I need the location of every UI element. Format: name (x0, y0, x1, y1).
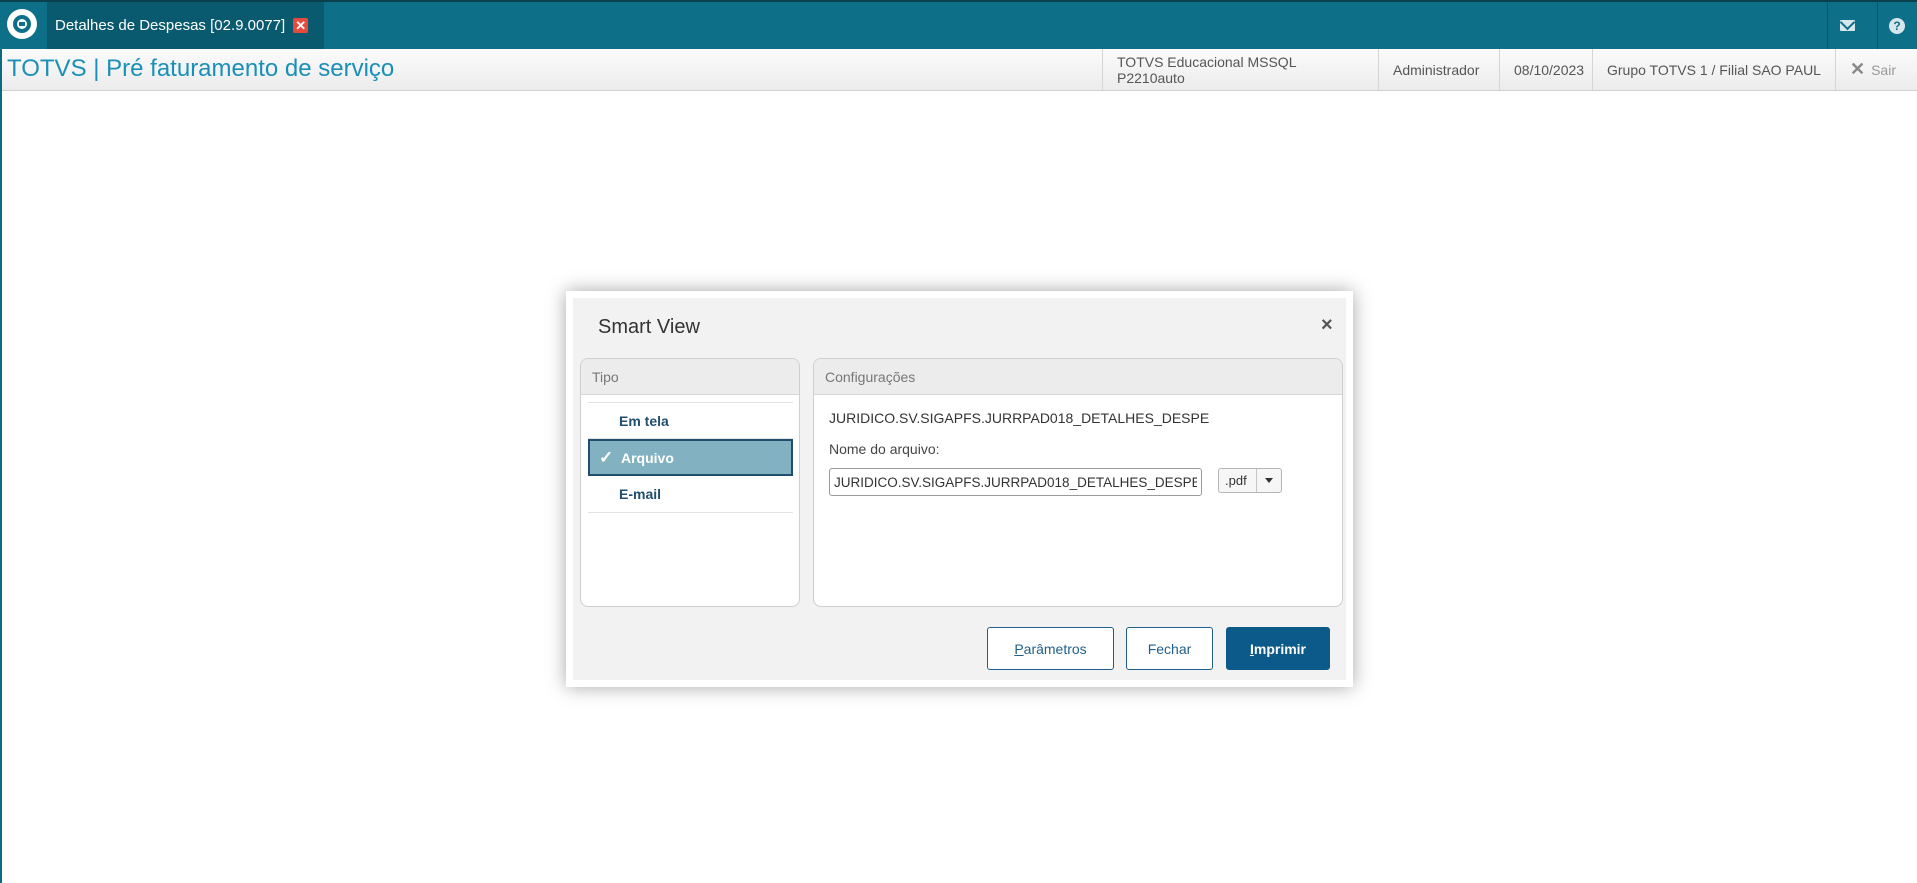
tipo-item-email[interactable]: E-mail (588, 476, 793, 513)
tipo-header: Tipo (581, 359, 799, 395)
tab-title: Detalhes de Despesas [02.9.0077] (55, 17, 286, 34)
file-name-label: Nome do arquivo: (829, 441, 940, 457)
report-name: JURIDICO.SV.SIGAPFS.JURRPAD018_DETALHES_… (829, 410, 1210, 426)
totvs-logo-icon[interactable] (7, 9, 37, 39)
smart-view-dialog: Smart View × Tipo Em tela ✓ Arquivo E-ma… (566, 291, 1353, 687)
date-info: 08/10/2023 (1499, 49, 1597, 90)
left-edge (0, 0, 2, 883)
print-label: Imprimir (1249, 640, 1306, 657)
close-icon: ✕ (1850, 59, 1866, 79)
check-icon: ✓ (599, 447, 614, 467)
tipo-item-label: Em tela (619, 412, 669, 429)
exit-button[interactable]: ✕ Sair (1835, 49, 1917, 90)
tipo-panel: Tipo Em tela ✓ Arquivo E-mail (580, 358, 800, 607)
extension-select[interactable]: .pdf (1218, 468, 1282, 493)
tab-close-icon[interactable]: ✕ (293, 18, 309, 33)
config-panel: Configurações JURIDICO.SV.SIGAPFS.JURRPA… (813, 358, 1343, 607)
top-bar: Detalhes de Despesas [02.9.0077] ✕ ? (0, 0, 1917, 49)
tipo-item-label: E-mail (619, 486, 662, 502)
page-title: TOTVS | Pré faturamento de serviço (7, 55, 395, 82)
dialog-title: Smart View (598, 316, 700, 338)
tipo-item-em-tela[interactable]: Em tela (588, 402, 793, 439)
help-icon: ? (1889, 17, 1905, 34)
file-name-input[interactable] (829, 468, 1202, 496)
environment-info: TOTVS Educacional MSSQL P2210auto (1102, 49, 1362, 90)
group-info: Grupo TOTVS 1 / Filial SAO PAUL (1592, 49, 1837, 90)
mail-button[interactable] (1827, 2, 1866, 49)
close-label: Fechar (1147, 640, 1192, 657)
dialog-body: Smart View × Tipo Em tela ✓ Arquivo E-ma… (573, 298, 1346, 680)
extension-value: .pdf (1225, 473, 1247, 488)
help-button[interactable]: ? (1877, 2, 1916, 49)
parameters-label: Parâmetros (1014, 640, 1087, 657)
chevron-down-icon[interactable] (1256, 469, 1281, 492)
tipo-list: Em tela ✓ Arquivo E-mail (588, 402, 793, 513)
mail-icon (1839, 20, 1855, 31)
config-header: Configurações (814, 359, 1342, 395)
tipo-item-label: Arquivo (621, 449, 674, 466)
close-button[interactable]: Fechar (1126, 627, 1213, 670)
dialog-close-icon[interactable]: × (1321, 314, 1333, 337)
tab-detalhes-despesas[interactable]: Detalhes de Despesas [02.9.0077] ✕ (47, 2, 324, 49)
parameters-button[interactable]: Parâmetros (987, 627, 1114, 670)
print-button[interactable]: Imprimir (1226, 627, 1330, 670)
user-info: Administrador (1378, 49, 1499, 90)
app-header: TOTVS | Pré faturamento de serviço TOTVS… (2, 49, 1917, 91)
tipo-item-arquivo[interactable]: ✓ Arquivo (588, 439, 793, 476)
exit-label: Sair (1871, 61, 1896, 78)
